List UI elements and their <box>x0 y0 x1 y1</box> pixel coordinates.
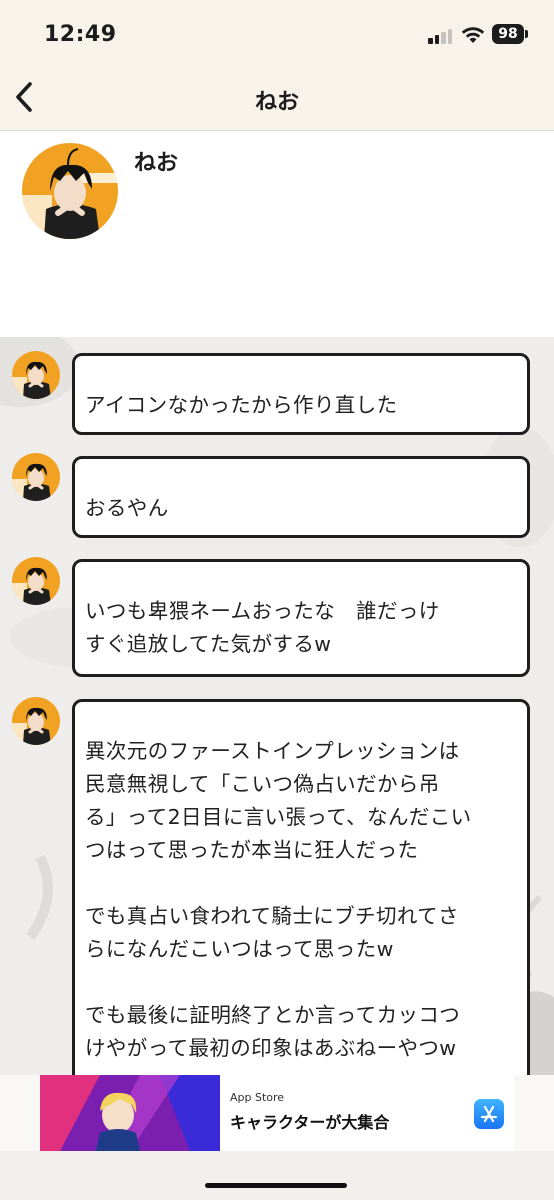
page-title: ねお <box>254 90 299 115</box>
bottom-area <box>0 1151 554 1200</box>
message-bubble: 異次元のファーストインプレッションは 民意無視して「こいつ偽占いだから吊 る」っ… <box>72 699 530 1075</box>
profile-avatar[interactable] <box>22 143 118 239</box>
message-avatar[interactable] <box>12 351 60 399</box>
chat-area[interactable]: アイコンなかったから作り直した おるやん いつも卑猥ネームおったな 誰だっけ す… <box>0 337 554 1075</box>
message-bubble: いつも卑猥ネームおったな 誰だっけ すぐ追放してた気がするw <box>72 559 530 677</box>
profile-name: ねお <box>134 151 179 176</box>
battery-icon: 98 <box>492 24 524 44</box>
message-text: アイコンなかったから作り直した <box>85 393 398 417</box>
status-bar: 12:49 98 <box>0 0 554 66</box>
message-avatar[interactable] <box>12 557 60 605</box>
ad-image <box>40 1075 220 1151</box>
message-text: いつも卑猥ネームおったな 誰だっけ すぐ追放してた気がするw <box>85 599 440 656</box>
wifi-icon <box>461 27 485 43</box>
signal-icon <box>428 28 456 44</box>
message-bubble: おるやん <box>72 456 530 538</box>
message-bubble: アイコンなかったから作り直した <box>72 353 530 435</box>
home-indicator[interactable] <box>205 1183 347 1188</box>
message-text: 異次元のファーストインプレッションは 民意無視して「こいつ偽占いだから吊 る」っ… <box>85 739 472 1060</box>
app-store-icon[interactable] <box>474 1099 504 1129</box>
message-avatar[interactable] <box>12 697 60 745</box>
profile-header: ねお <box>0 131 554 337</box>
ad-store-label: App Store <box>230 1091 285 1104</box>
clock: 12:49 <box>44 22 117 47</box>
nav-bar: ねお <box>0 66 554 131</box>
ad-title: キャラクターが大集合 <box>230 1113 390 1132</box>
ad-banner[interactable]: App Store キャラクターが大集合 <box>40 1075 514 1151</box>
message-avatar[interactable] <box>12 453 60 501</box>
battery-tip <box>525 30 528 38</box>
message-text: おるやん <box>85 496 169 520</box>
